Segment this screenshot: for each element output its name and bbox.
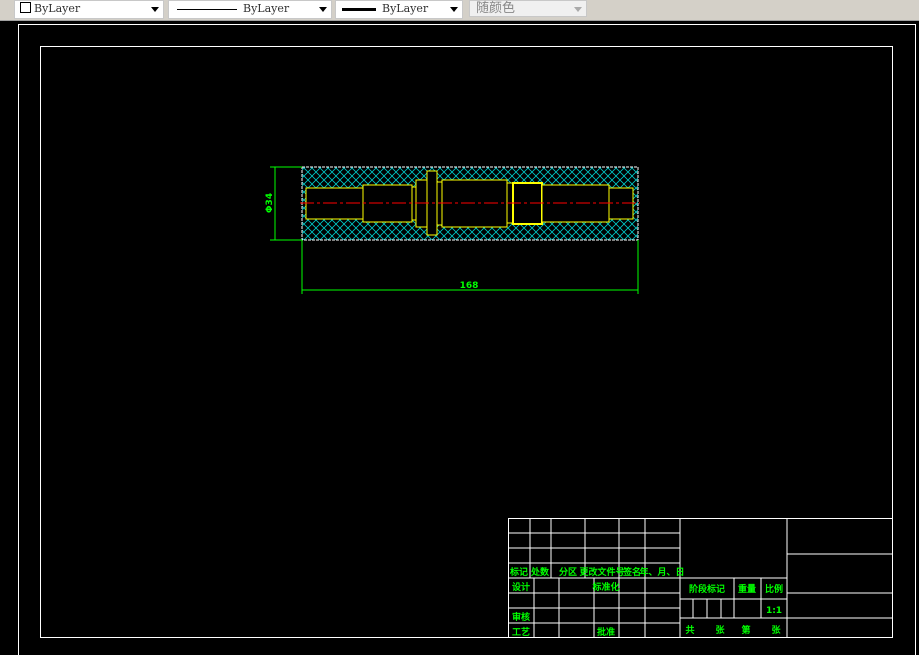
header-count: 处数 bbox=[530, 566, 550, 578]
approve-label: 批准 bbox=[597, 626, 615, 638]
sheets-label: 张 bbox=[771, 624, 781, 636]
diameter-dimension-text: Φ34 bbox=[265, 193, 275, 213]
scale-label: 比例 bbox=[765, 583, 783, 595]
total-label: 共 bbox=[685, 624, 694, 636]
stage-mark-label: 阶段标记 bbox=[689, 583, 725, 595]
header-mark: 标记 bbox=[509, 566, 528, 578]
page-label: 第 bbox=[741, 624, 750, 636]
scale-value: 1:1 bbox=[766, 606, 782, 616]
header-date: 年、月、日 bbox=[639, 566, 684, 578]
drawing-canvas[interactable]: Φ34 168 标记 处数 分区 更改文件号 签名 年、月、日 设计 标准化 审… bbox=[0, 0, 919, 655]
header-signature: 签名 bbox=[622, 566, 641, 578]
design-label: 设计 bbox=[512, 581, 530, 593]
bore-step bbox=[541, 184, 610, 223]
review-label: 审核 bbox=[512, 611, 530, 623]
drawing-frame bbox=[40, 46, 893, 638]
process-label: 工艺 bbox=[512, 626, 530, 638]
shaft-section bbox=[300, 166, 640, 241]
header-zone: 分区 bbox=[559, 566, 577, 578]
header-change-doc: 更改文件号 bbox=[579, 566, 624, 578]
sheet-border bbox=[18, 24, 916, 655]
sheets-label: 张 bbox=[715, 624, 725, 636]
title-block-text: 标记 处数 分区 更改文件号 签名 年、月、日 设计 标准化 审核 工艺 批准 … bbox=[509, 566, 783, 638]
length-dimension-text: 168 bbox=[460, 281, 479, 291]
weight-label: 重量 bbox=[738, 583, 756, 595]
standardization-label: 标准化 bbox=[591, 581, 619, 593]
